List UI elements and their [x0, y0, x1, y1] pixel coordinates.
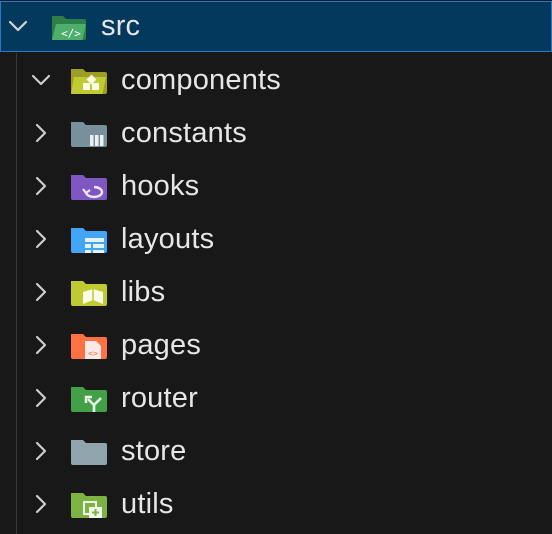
tree-item-label: libs	[121, 276, 166, 308]
chevron-right-icon[interactable]	[30, 281, 52, 303]
tree-item-label: components	[121, 64, 281, 96]
chevron-down-icon[interactable]	[7, 15, 29, 37]
tree-item-components[interactable]: components	[0, 54, 552, 107]
svg-text:<>: <>	[88, 349, 98, 358]
folder-pages-icon: <>	[71, 334, 107, 359]
tree-item-pages[interactable]: <> pages	[0, 319, 552, 372]
tree-item-store[interactable]: store	[0, 425, 552, 478]
tree-item-src[interactable]: </> src	[0, 1, 552, 52]
chevron-right-icon[interactable]	[30, 175, 52, 197]
chevron-down-icon[interactable]	[30, 69, 52, 91]
tree-item-label: pages	[121, 329, 202, 361]
tree-item-label: layouts	[121, 223, 215, 255]
folder-hooks-icon	[71, 175, 107, 200]
chevron-right-icon[interactable]	[30, 122, 52, 144]
tree-item-label: store	[121, 435, 187, 467]
folder-store-icon	[71, 440, 107, 465]
folder-layouts-icon	[71, 228, 107, 253]
tree-item-libs[interactable]: libs	[0, 266, 552, 319]
folder-constants-icon	[71, 122, 107, 147]
chevron-right-icon[interactable]	[30, 334, 52, 356]
folder-components-open-icon	[71, 69, 107, 94]
folder-libs-icon	[71, 281, 107, 306]
tree-item-label: constants	[121, 117, 247, 149]
chevron-right-icon[interactable]	[30, 228, 52, 250]
chevron-right-icon[interactable]	[30, 493, 52, 515]
tree-item-label: src	[101, 10, 141, 42]
chevron-right-icon[interactable]	[30, 387, 52, 409]
tree-item-layouts[interactable]: layouts	[0, 213, 552, 266]
folder-src-open-icon: </>	[52, 16, 86, 40]
tree-item-constants[interactable]: constants	[0, 107, 552, 160]
file-explorer-tree: </> src components constants hooks layou…	[0, 0, 552, 534]
svg-text:</>: </>	[61, 27, 81, 40]
folder-router-icon	[71, 387, 107, 412]
tree-item-label: router	[121, 382, 198, 414]
tree-item-hooks[interactable]: hooks	[0, 160, 552, 213]
tree-item-router[interactable]: router	[0, 372, 552, 425]
tree-item-label: utils	[121, 488, 174, 520]
chevron-right-icon[interactable]	[30, 440, 52, 462]
tree-item-label: hooks	[121, 170, 200, 202]
folder-utils-icon	[71, 493, 107, 518]
tree-item-utils[interactable]: utils	[0, 478, 552, 531]
